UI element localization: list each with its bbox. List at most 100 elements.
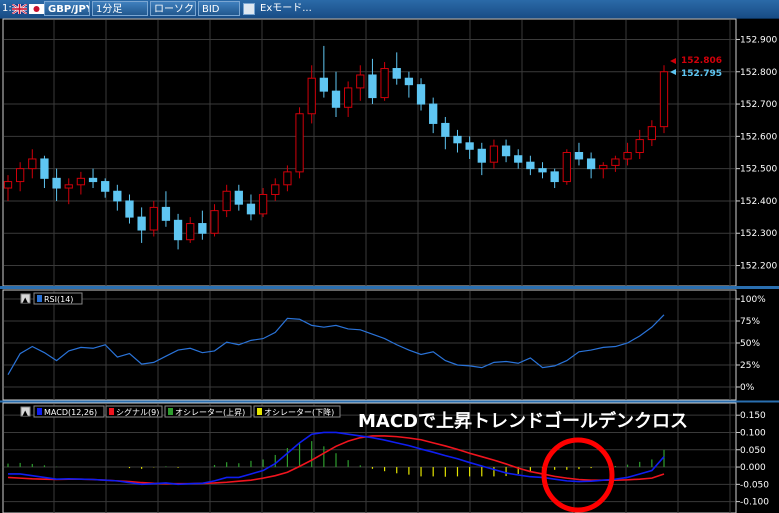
price-axis-tick-label: 152.200: [740, 262, 777, 272]
up-candle-body: [635, 139, 644, 153]
ex-mode-label: Exモード...: [260, 3, 312, 14]
up-candle-body: [295, 113, 304, 173]
up-candle-body: [659, 71, 669, 128]
up-candle-body: [489, 145, 499, 163]
down-candle-body: [586, 158, 596, 170]
down-candle-body: [574, 152, 584, 160]
signal-legend-label: シグナル(9): [116, 407, 159, 417]
macd-legend-swatch: [37, 408, 42, 415]
down-candle-body: [161, 206, 171, 221]
down-candle-body: [477, 148, 486, 163]
chart-area: 152.900 152.800 152.700 152.600 152.500 152.4…: [0, 18, 779, 513]
rsi-legend-swatch: [37, 295, 42, 302]
up-candle-body: [222, 190, 231, 212]
osc-up-legend-label: オシレーター(上昇): [175, 408, 245, 417]
up-candle-body: [647, 126, 656, 141]
rsi-axis-tick-label: 0%: [740, 383, 755, 393]
down-candle-body: [101, 181, 110, 192]
macd-axis-tick-label: 0.050: [740, 446, 766, 456]
down-candle-body: [368, 74, 377, 99]
up-candle-body: [76, 177, 86, 186]
chart-toolbar: 1: GBP/JPY 1分足 ローソク BID Exモード...: [0, 0, 779, 19]
down-candle-body: [137, 216, 146, 231]
price-axis-tick-label: 152.900: [740, 35, 777, 45]
up-candle-body: [380, 68, 389, 99]
price-axis-tick-label: 152.700: [740, 100, 777, 110]
osc-down-legend-label: オシレーター(下降): [264, 407, 334, 417]
down-candle-body: [88, 177, 98, 183]
up-candle-body: [344, 87, 353, 108]
down-candle-body: [246, 203, 256, 215]
ask-price-label: 152.806: [681, 56, 722, 66]
price-axis-tick-label: 152.400: [740, 197, 777, 207]
collapse-arrow-icon: ▲: [23, 409, 29, 417]
up-candle-body: [562, 152, 571, 183]
down-candle-body: [441, 122, 450, 137]
rsi-axis-tick-label: 75%: [740, 317, 760, 327]
down-candle-body: [550, 171, 559, 183]
up-candle-body: [283, 171, 292, 186]
down-candle-body: [465, 142, 474, 150]
macd-axis: 0.150 0.100 0.050 0.000 -0.050 -0.100: [736, 411, 769, 508]
down-candle-body: [40, 158, 49, 179]
collapse-arrow-icon: ▲: [23, 296, 29, 304]
price-axis: 152.900 152.800 152.700 152.600 152.500 152.4…: [736, 35, 777, 272]
up-candle-body: [258, 193, 268, 215]
down-candle-body: [52, 177, 61, 189]
up-candle-body: [599, 164, 608, 170]
up-candle-body: [356, 74, 365, 89]
macd-axis-tick-label: -0.100: [740, 498, 769, 508]
down-candle-body: [514, 155, 523, 163]
down-candle-body: [404, 77, 414, 86]
annotation-text: MACDで上昇トレンドゴールデンクロス: [358, 410, 688, 432]
price-axis-tick-label: 152.300: [740, 229, 777, 239]
macd-axis-tick-label: -0.050: [740, 480, 769, 490]
rsi-axis-tick-label: 50%: [740, 339, 760, 349]
up-candle-body: [186, 223, 195, 241]
signal-legend-swatch: [109, 408, 114, 415]
osc-up-legend-swatch: [168, 408, 173, 415]
macd-legend: MACD(12,26) シグナル(9) オシレーター(上昇) オシレーター(下降…: [33, 405, 341, 418]
down-candle-body: [319, 77, 328, 92]
up-candle-body: [28, 158, 37, 170]
down-candle-body: [526, 161, 535, 170]
up-candle-body: [149, 206, 158, 231]
japan-flag-icon: [29, 1, 45, 16]
down-candle-body: [453, 135, 462, 144]
rsi-axis-tick-label: 25%: [740, 361, 760, 371]
down-candle-body: [416, 84, 426, 105]
up-candle-body: [611, 158, 620, 166]
price-axis-tick-label: 152.800: [740, 68, 777, 78]
uk-flag-icon: [12, 1, 28, 16]
up-candle-body: [64, 184, 73, 189]
price-type-selector[interactable]: BID: [198, 1, 240, 16]
chart-type-selector[interactable]: ローソク: [150, 1, 196, 16]
macd-legend-label: MACD(12,26): [44, 408, 97, 417]
price-axis-tick-label: 152.600: [740, 132, 777, 142]
down-candle-body: [125, 200, 134, 218]
symbol-selector[interactable]: GBP/JPY: [44, 1, 90, 16]
down-candle-body: [538, 168, 547, 173]
macd-axis-tick-label: 0.150: [740, 411, 766, 421]
rsi-legend-label: RSI(14): [44, 295, 73, 304]
down-candle-body: [113, 190, 122, 202]
down-candle-body: [331, 90, 341, 108]
up-candle-body: [307, 77, 316, 115]
macd-axis-tick-label: 0.000: [740, 463, 766, 473]
up-candle-body: [3, 181, 13, 189]
up-candle-body: [210, 210, 219, 234]
bid-price-label: 152.795: [681, 69, 722, 79]
down-candle-body: [234, 190, 243, 205]
down-candle-body: [429, 103, 438, 124]
up-candle-body: [623, 152, 632, 160]
macd-axis-tick-label: 0.100: [740, 428, 766, 438]
timeframe-selector[interactable]: 1分足: [92, 1, 148, 16]
ex-mode-checkbox[interactable]: [243, 1, 257, 16]
down-candle-body: [501, 145, 511, 157]
up-candle-body: [271, 184, 280, 195]
down-candle-body: [173, 219, 183, 241]
rsi-axis: 100% 75% 50% 25% 0%: [736, 295, 766, 393]
osc-down-legend-swatch: [257, 408, 262, 415]
up-candle-body: [16, 168, 25, 183]
down-candle-body: [198, 223, 207, 234]
